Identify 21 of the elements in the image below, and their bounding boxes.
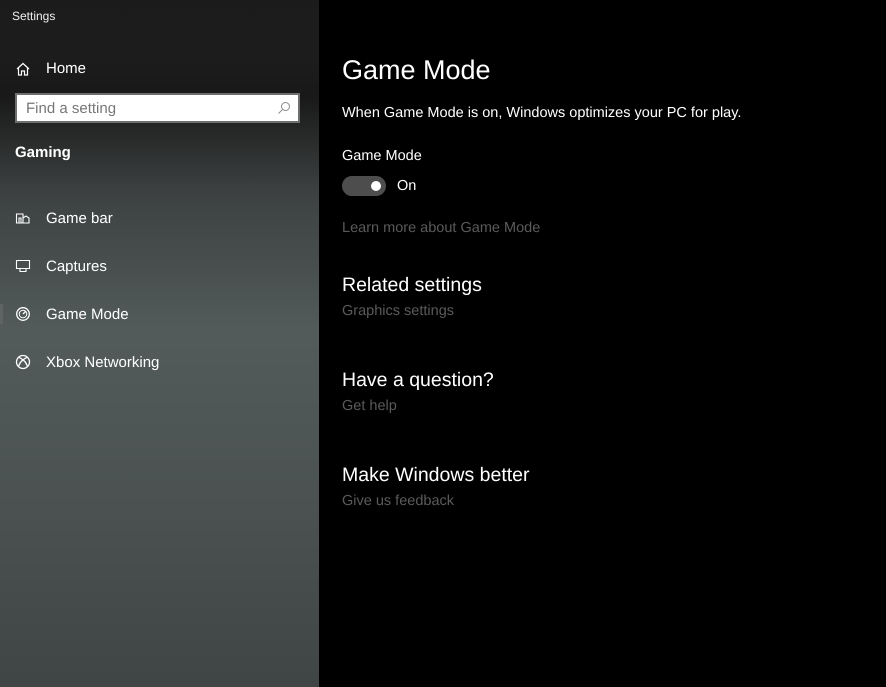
section-heading: Have a question? [342, 369, 495, 392]
window-title: Settings [12, 9, 56, 23]
search-field[interactable]: Find a setting [15, 93, 300, 123]
toggle-label: Game Mode [342, 148, 423, 164]
nav-item[interactable]: Captures [0, 242, 107, 290]
nav-item[interactable]: Xbox Networking [0, 338, 160, 386]
toggle-switch[interactable] [342, 176, 386, 196]
page-title: Game Mode [342, 55, 492, 86]
nav-item[interactable]: Game Mode [0, 290, 129, 338]
monitor-icon [15, 258, 31, 274]
section-heading: Gaming [15, 144, 71, 161]
description-text: When Game Mode is on, Windows optimizes your PC for play. [342, 105, 742, 121]
xbox-logo-icon [15, 354, 31, 370]
search-icon [276, 100, 292, 116]
gauge-icon [15, 306, 31, 322]
section-heading: Make Windows better [342, 464, 530, 487]
home-link[interactable]: Home [0, 60, 86, 77]
nav-item[interactable]: Game bar [0, 194, 113, 242]
home-icon [15, 60, 31, 76]
section-heading: Related settings [342, 274, 483, 297]
toggle-state-text: On [397, 178, 416, 194]
